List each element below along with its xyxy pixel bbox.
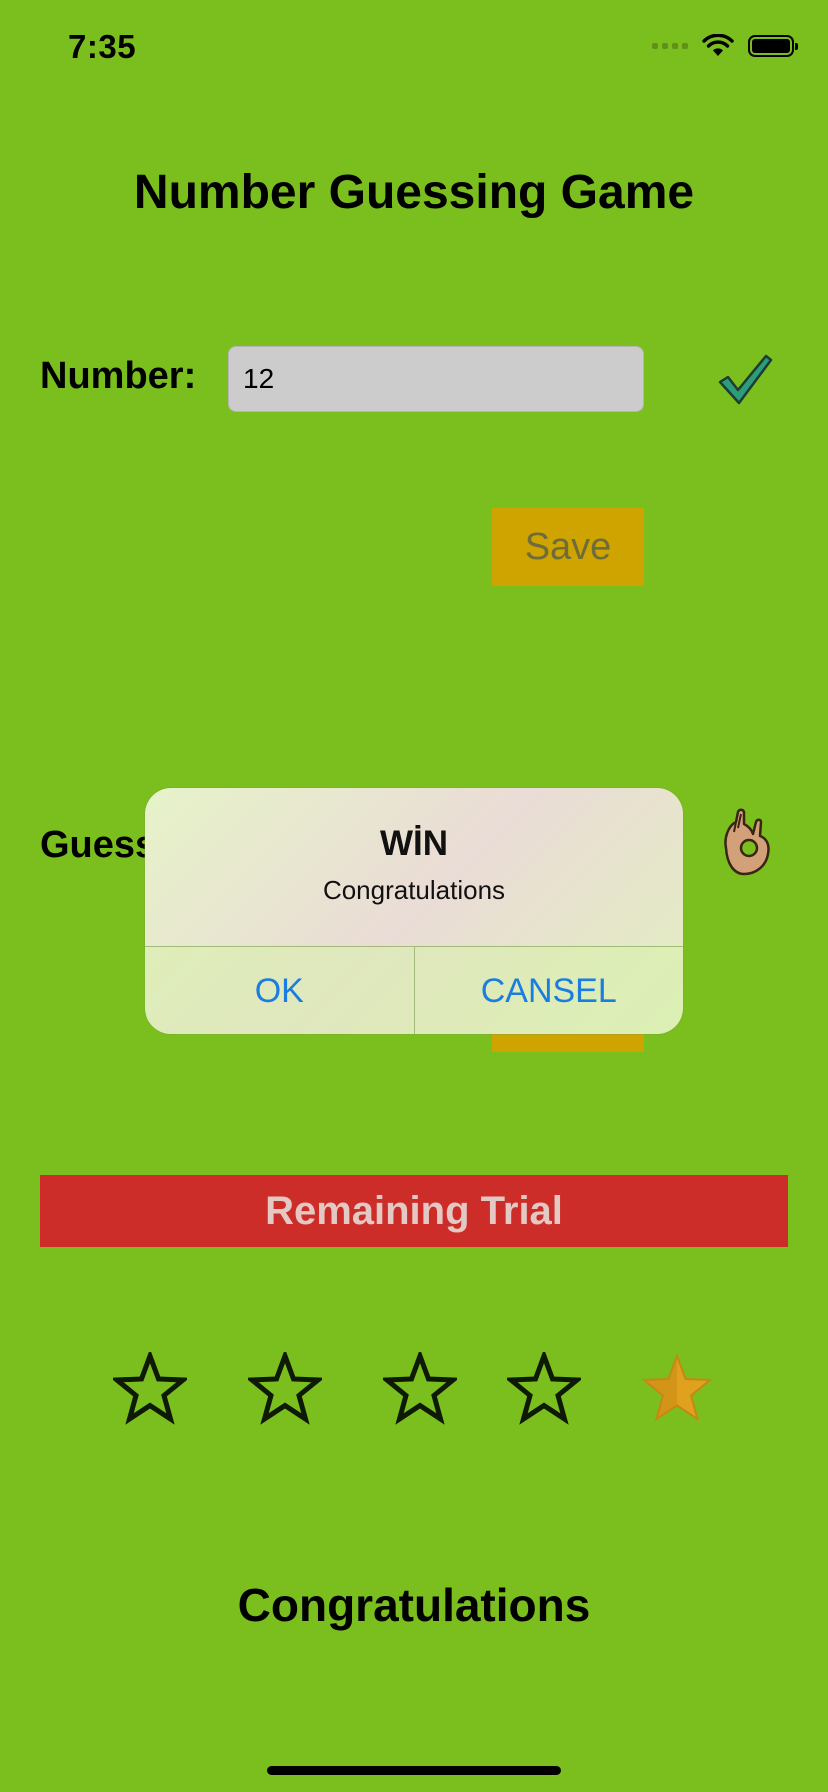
- save-button[interactable]: Save: [492, 508, 644, 586]
- checkmark-icon: [718, 354, 773, 405]
- result-text: Congratulations: [237, 1579, 591, 1631]
- alert-ok-button[interactable]: OK: [145, 947, 414, 1034]
- wifi-icon: [702, 34, 734, 56]
- star-outline-icon: [507, 1352, 581, 1425]
- number-label: Number:: [40, 355, 197, 397]
- guess-label: Guess: [40, 824, 157, 866]
- battery-icon: [748, 35, 798, 57]
- star-outline-icon: [113, 1352, 187, 1425]
- star-filled-icon: [641, 1353, 713, 1422]
- status-time: 7:35: [68, 28, 137, 65]
- alert-message: Congratulations: [322, 875, 506, 905]
- remaining-trial-bar: Remaining Trial: [40, 1175, 788, 1247]
- alert-title: WİN: [379, 824, 449, 863]
- status-icons: [652, 34, 798, 58]
- cellular-signal-icon: [652, 43, 688, 49]
- number-input[interactable]: 12: [228, 346, 644, 412]
- alert-actions: OK CANSEL: [145, 946, 683, 1034]
- page-title: Number Guessing Game: [133, 166, 695, 219]
- ok-hand-icon: [724, 808, 770, 876]
- star-outline-icon: [248, 1352, 322, 1425]
- star-outline-icon: [383, 1352, 457, 1425]
- alert-cancel-button[interactable]: CANSEL: [413, 947, 684, 1034]
- trial-stars: [0, 1352, 828, 1432]
- win-alert-dialog: WİN Congratulations OK CANSEL: [145, 788, 683, 1034]
- home-indicator[interactable]: [267, 1766, 561, 1775]
